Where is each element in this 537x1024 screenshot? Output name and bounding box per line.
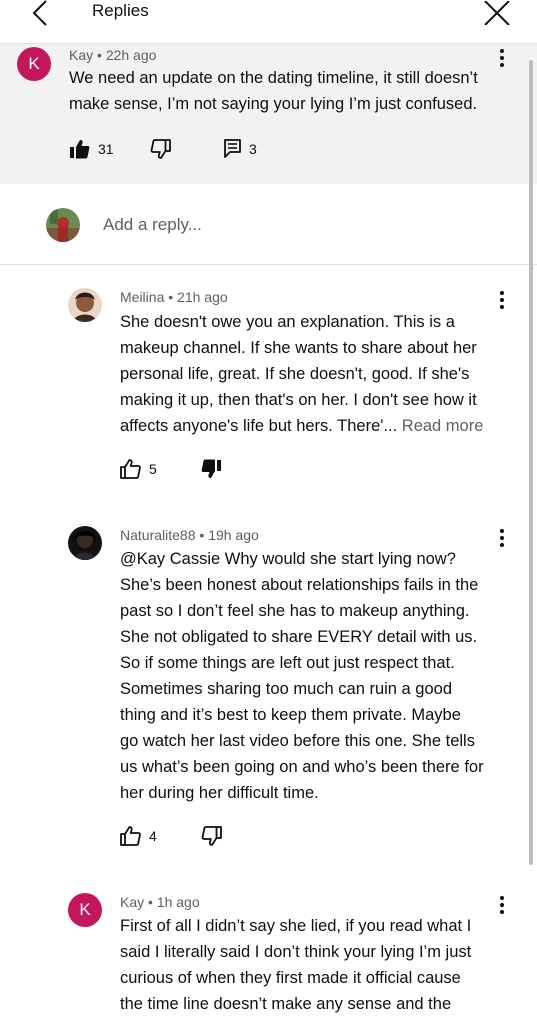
- reply-author[interactable]: Kay: [120, 894, 144, 910]
- reply-text-line: making it up, then that's on her. I don'…: [120, 391, 477, 409]
- add-reply-row: Add a reply...: [0, 184, 537, 265]
- chevron-left-icon: [32, 0, 47, 26]
- reply-text-line: affects anyone's life but hers. There'..…: [120, 413, 520, 439]
- reply-text-line: So if some things are left out just resp…: [120, 654, 455, 672]
- reply-author[interactable]: Naturalite88: [120, 527, 196, 543]
- like-button[interactable]: 4: [120, 826, 157, 846]
- like-button[interactable]: 31: [69, 139, 114, 159]
- reply-count: 3: [249, 140, 257, 157]
- thumbs-down-icon: [150, 139, 171, 159]
- dislike-button[interactable]: [150, 139, 171, 159]
- reply-text-line: said I literally said I don’t think your…: [120, 943, 472, 961]
- kebab-menu-icon: [500, 529, 504, 547]
- user-avatar-image: [46, 208, 80, 242]
- reply-text-line: makeup channel. If she wants to share ab…: [120, 339, 477, 357]
- like-count: 31: [98, 141, 114, 157]
- header-bar: Replies: [0, 0, 537, 44]
- reply-text-line: go watch her last video before this one.…: [120, 732, 475, 750]
- thumbs-up-icon: [120, 459, 141, 479]
- reply-text: She doesn't owe you an explanation. This…: [120, 309, 520, 439]
- kebab-menu-icon: [500, 896, 504, 914]
- reply-time: 19h ago: [208, 527, 259, 543]
- reply-avatar[interactable]: K: [68, 893, 102, 927]
- thumbs-down-icon: [201, 459, 221, 478]
- back-button[interactable]: [26, 0, 54, 26]
- reply-text-line: First of all I didn’t say she lied, if y…: [120, 917, 472, 935]
- reply-avatar[interactable]: [68, 526, 102, 560]
- parent-comment: K Kay • 22h ago We need an update on the…: [0, 44, 537, 184]
- reply-meta: Kay • 1h ago: [120, 894, 200, 910]
- reply-time: 21h ago: [177, 289, 228, 305]
- comment-icon: [224, 139, 241, 158]
- reply-text-line: She doesn't owe you an explanation. This…: [120, 313, 455, 331]
- reply-meta: Meilina • 21h ago: [120, 289, 228, 305]
- close-button[interactable]: [480, 0, 514, 26]
- comment-text: We need an update on the dating timeline…: [69, 65, 529, 117]
- reply-author[interactable]: Meilina: [120, 289, 164, 305]
- reply-text-line: thing and it’s best to keep them private…: [120, 706, 461, 724]
- comment-time: 22h ago: [105, 47, 157, 63]
- dislike-button[interactable]: [201, 826, 222, 846]
- reply-text-line: She not obligated to share EVERY detail …: [120, 628, 478, 646]
- reply-text-line: She’s been honest about relationships fa…: [120, 576, 479, 594]
- reply-count-button[interactable]: 3: [224, 139, 257, 158]
- reply-avatar-image: [68, 526, 102, 560]
- avatar[interactable]: K: [17, 47, 51, 81]
- like-button[interactable]: 5: [120, 459, 157, 479]
- read-more-link[interactable]: Read more: [402, 417, 484, 435]
- reply-text: First of all I didn’t say she lied, if y…: [120, 913, 520, 1017]
- kebab-menu-icon: [500, 291, 504, 309]
- reply-input[interactable]: Add a reply...: [103, 215, 202, 235]
- thumbs-up-icon: [70, 140, 90, 159]
- reply-text: @Kay Cassie Why would she start lying no…: [120, 546, 520, 806]
- thumbs-down-icon: [201, 826, 222, 846]
- reply-text-line: her during her difficult time.: [120, 784, 319, 802]
- reply-text-line: personal life, great. If she doesn't, go…: [120, 365, 470, 383]
- reply-text-line: us what’s been going on and who’s been t…: [120, 758, 484, 776]
- reply-text-line: the time line doesn’t make any sense and…: [120, 995, 452, 1013]
- comment-meta: Kay • 22h ago: [69, 47, 157, 63]
- user-avatar: [46, 208, 80, 242]
- comment-author[interactable]: Kay: [69, 47, 93, 63]
- like-count: 5: [149, 461, 157, 477]
- reply-text-line: curious of when they first made it offic…: [120, 969, 461, 987]
- thumbs-up-icon: [120, 826, 141, 846]
- scrollbar[interactable]: [529, 60, 533, 865]
- reply-text-line: past so I don’t feel she has to makeup a…: [120, 602, 470, 620]
- reply-time: 1h ago: [156, 894, 200, 910]
- comment-text-line: make sense, I’m not saying your lying I’…: [69, 95, 478, 113]
- page-title: Replies: [92, 1, 149, 20]
- reply-avatar[interactable]: [68, 288, 102, 322]
- reply-text-line: @Kay Cassie Why would she start lying no…: [120, 550, 456, 568]
- reply-meta: Naturalite88 • 19h ago: [120, 527, 259, 543]
- reply-text-line: Sometimes sharing too much can ruin a go…: [120, 680, 453, 698]
- like-count: 4: [149, 828, 157, 844]
- comment-text-line: We need an update on the dating timeline…: [69, 69, 478, 87]
- reply-text-truncated: affects anyone's life but hers. There'..…: [120, 417, 398, 435]
- reply-avatar-image: [68, 288, 102, 322]
- close-icon: [484, 1, 510, 25]
- dislike-button[interactable]: [201, 459, 222, 479]
